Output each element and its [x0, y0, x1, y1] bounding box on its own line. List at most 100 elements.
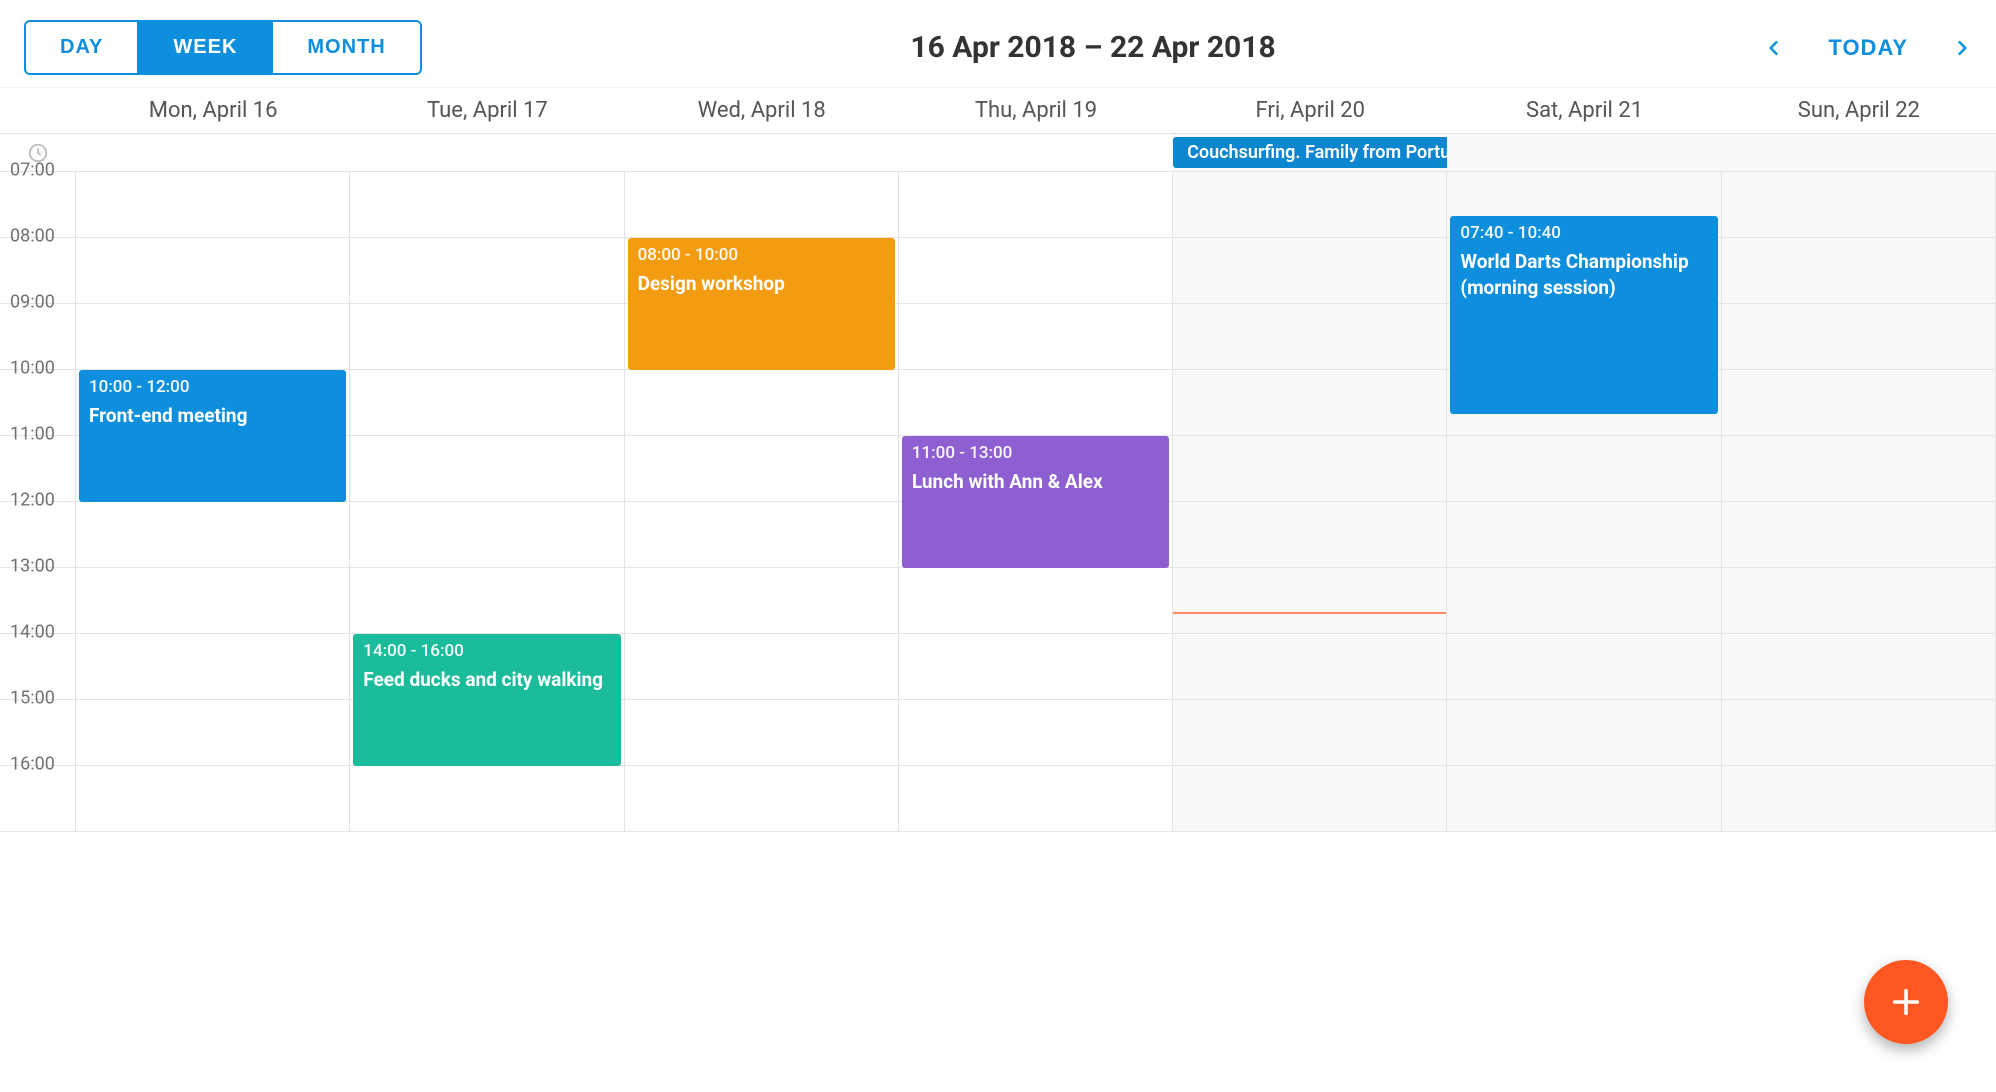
hour-cell[interactable] [350, 370, 623, 436]
allday-cell[interactable] [625, 134, 899, 171]
day-header[interactable]: Fri, April 20 [1173, 88, 1447, 133]
hour-cell[interactable] [350, 304, 623, 370]
time-gutter-label: 12:00 [10, 490, 55, 511]
add-event-button[interactable] [1864, 960, 1948, 1044]
hour-cell[interactable] [1722, 436, 1995, 502]
day-header[interactable]: Wed, April 18 [625, 88, 899, 133]
prev-week-button[interactable] [1764, 35, 1784, 61]
plus-icon [1889, 985, 1923, 1019]
hour-cell[interactable] [1722, 568, 1995, 634]
hour-cell[interactable] [899, 568, 1172, 634]
hour-cell[interactable] [1447, 568, 1720, 634]
hour-cell[interactable] [1173, 568, 1446, 634]
hour-cell[interactable] [1173, 172, 1446, 238]
view-day-button[interactable]: DAY [26, 22, 137, 73]
calendar-event[interactable]: 08:00 - 10:00Design workshop [628, 238, 895, 370]
hour-cell[interactable] [350, 436, 623, 502]
view-month-button[interactable]: MONTH [271, 22, 419, 73]
hour-cell[interactable] [350, 238, 623, 304]
hour-cell[interactable] [76, 568, 349, 634]
hour-cell[interactable] [1447, 502, 1720, 568]
hour-cell[interactable] [625, 436, 898, 502]
hour-cell[interactable] [899, 172, 1172, 238]
event-title: Lunch with Ann & Alex [912, 469, 1159, 495]
allday-event-title: Couchsurfing. Family from Portugal [1187, 142, 1475, 163]
hour-cell[interactable] [1447, 436, 1720, 502]
hour-cell[interactable] [1722, 502, 1995, 568]
hour-cell[interactable] [76, 238, 349, 304]
day-header[interactable]: Thu, April 19 [899, 88, 1173, 133]
hour-cell[interactable] [899, 700, 1172, 766]
hour-cell[interactable] [1722, 370, 1995, 436]
hour-cell[interactable] [1447, 634, 1720, 700]
day-column[interactable]: 08:00 - 10:00Design workshop [625, 172, 899, 832]
calendar-event[interactable]: 07:40 - 10:40World Darts Championship (m… [1450, 216, 1717, 414]
day-header[interactable]: Sun, April 22 [1722, 88, 1996, 133]
hour-cell[interactable] [76, 634, 349, 700]
day-column[interactable]: 10:00 - 12:00Front-end meeting [76, 172, 350, 832]
hour-cell[interactable] [1173, 700, 1446, 766]
hour-cell[interactable] [899, 370, 1172, 436]
today-button[interactable]: TODAY [1822, 34, 1914, 62]
hour-cell[interactable] [899, 304, 1172, 370]
day-column[interactable]: 14:00 - 16:00 Feed ducks and city walking [350, 172, 624, 832]
calendar-event[interactable]: 10:00 - 12:00Front-end meeting [79, 370, 346, 502]
calendar-event[interactable]: 11:00 - 13:00Lunch with Ann & Alex [902, 436, 1169, 568]
hour-cell[interactable] [625, 172, 898, 238]
allday-cell[interactable] [1722, 134, 1996, 171]
hour-cell[interactable] [625, 766, 898, 832]
hour-cell[interactable] [1447, 766, 1720, 832]
hour-cell[interactable] [1173, 436, 1446, 502]
hour-cell[interactable] [1722, 238, 1995, 304]
hour-cell[interactable] [625, 568, 898, 634]
event-title: Feed ducks and city walking [363, 667, 610, 693]
day-header[interactable]: Tue, April 17 [350, 88, 624, 133]
allday-cell[interactable]: Couchsurfing. Family from Portugal [1173, 134, 1447, 171]
allday-cell[interactable] [899, 134, 1173, 171]
hour-cell[interactable] [1447, 700, 1720, 766]
hour-cell[interactable] [1173, 370, 1446, 436]
calendar-event[interactable]: 14:00 - 16:00 Feed ducks and city walking [353, 634, 620, 766]
hour-cell[interactable] [625, 370, 898, 436]
hour-cell[interactable] [350, 502, 623, 568]
hour-cell[interactable] [350, 172, 623, 238]
event-time-label: 14:00 - 16:00 [363, 640, 610, 663]
hour-cell[interactable] [899, 238, 1172, 304]
day-column[interactable] [1722, 172, 1996, 832]
allday-cell[interactable] [350, 134, 624, 171]
hour-cell[interactable] [1173, 766, 1446, 832]
hour-cell[interactable] [1722, 172, 1995, 238]
day-column[interactable]: 11:00 - 13:00Lunch with Ann & Alex [899, 172, 1173, 832]
allday-cell[interactable] [1447, 134, 1721, 171]
hour-cell[interactable] [1173, 634, 1446, 700]
hour-cell[interactable] [625, 502, 898, 568]
hour-cell[interactable] [1722, 634, 1995, 700]
allday-cell[interactable] [76, 134, 350, 171]
hour-cell[interactable] [899, 766, 1172, 832]
hour-cell[interactable] [76, 502, 349, 568]
hour-cell[interactable] [1722, 700, 1995, 766]
time-gutter-label: 13:00 [10, 556, 55, 577]
hour-grid: 07:0008:0009:0010:0011:0012:0013:0014:00… [0, 172, 1996, 832]
view-week-button[interactable]: WEEK [137, 22, 271, 73]
day-header[interactable]: Sat, April 21 [1447, 88, 1721, 133]
hour-cell[interactable] [1722, 304, 1995, 370]
day-column[interactable] [1173, 172, 1447, 832]
date-range-label: 16 Apr 2018 – 22 Apr 2018 [910, 30, 1275, 65]
hour-cell[interactable] [350, 568, 623, 634]
hour-cell[interactable] [1173, 238, 1446, 304]
hour-cell[interactable] [76, 766, 349, 832]
hour-cell[interactable] [76, 700, 349, 766]
hour-cell[interactable] [350, 766, 623, 832]
day-header[interactable]: Mon, April 16 [76, 88, 350, 133]
hour-cell[interactable] [899, 634, 1172, 700]
hour-cell[interactable] [1722, 766, 1995, 832]
hour-cell[interactable] [1173, 304, 1446, 370]
hour-cell[interactable] [1173, 502, 1446, 568]
hour-cell[interactable] [76, 304, 349, 370]
hour-cell[interactable] [76, 172, 349, 238]
next-week-button[interactable] [1952, 35, 1972, 61]
hour-cell[interactable] [625, 634, 898, 700]
day-column[interactable]: 07:40 - 10:40World Darts Championship (m… [1447, 172, 1721, 832]
hour-cell[interactable] [625, 700, 898, 766]
